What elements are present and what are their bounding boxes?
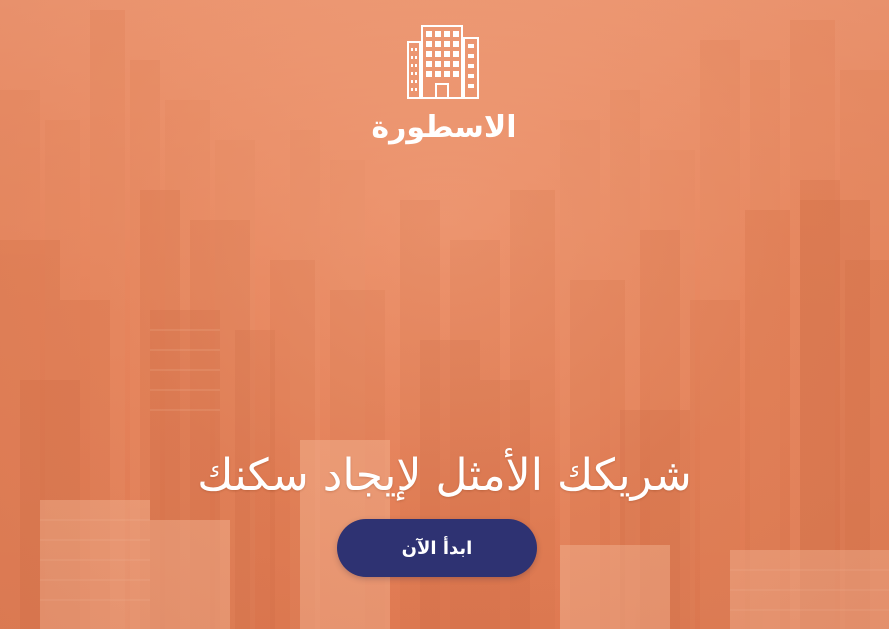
hero-section: الاسطورة شريكك الأمثل لإيجاد سكنك ابدأ ا… — [0, 0, 889, 629]
brand-name: الاسطورة — [371, 110, 517, 145]
hero-headline: شريكك الأمثل لإيجاد سكنك — [197, 450, 692, 501]
get-started-button[interactable]: ابدأ الآن — [337, 519, 537, 577]
brand-logo[interactable]: الاسطورة — [364, 24, 524, 156]
buildings-icon — [407, 25, 479, 99]
